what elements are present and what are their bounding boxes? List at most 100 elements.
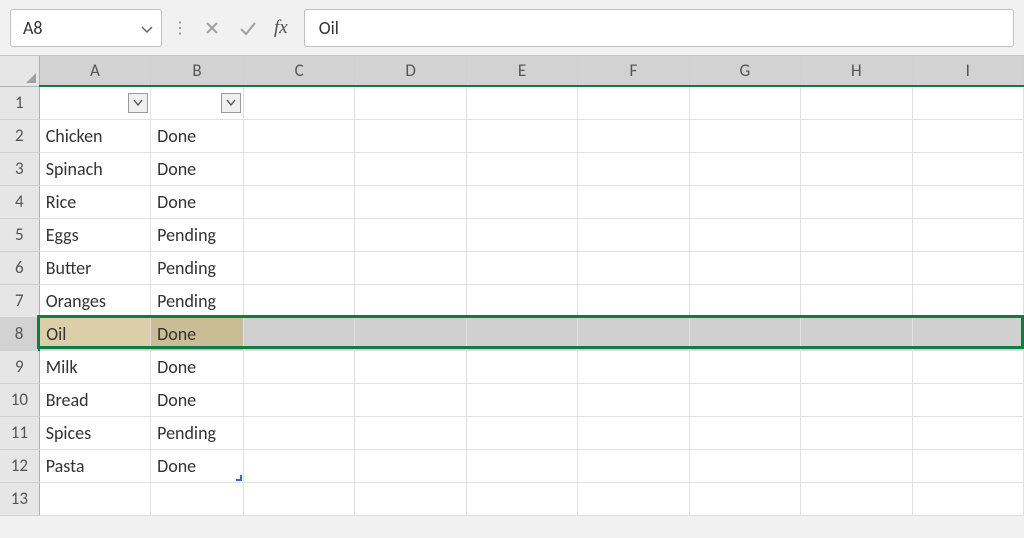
- cell-C3[interactable]: [243, 152, 354, 185]
- cell-I6[interactable]: [912, 251, 1024, 284]
- cell-G13[interactable]: [689, 482, 800, 515]
- filter-button-status[interactable]: [221, 93, 241, 113]
- cell-F9[interactable]: [578, 350, 689, 383]
- cell-D4[interactable]: [355, 185, 466, 218]
- cell-B10[interactable]: Done: [151, 383, 244, 416]
- row-header-13[interactable]: 13: [0, 482, 39, 515]
- cell-F4[interactable]: [578, 185, 689, 218]
- cell-D1[interactable]: [355, 86, 466, 119]
- cell-C9[interactable]: [243, 350, 354, 383]
- cell-I13[interactable]: [912, 482, 1024, 515]
- cell-E6[interactable]: [466, 251, 577, 284]
- cell-I12[interactable]: [912, 449, 1024, 482]
- filter-button-item[interactable]: [128, 93, 148, 113]
- cell-D13[interactable]: [355, 482, 466, 515]
- cell-E8[interactable]: [466, 317, 577, 350]
- cell-F2[interactable]: [578, 119, 689, 152]
- cell-G5[interactable]: [689, 218, 800, 251]
- cell-H4[interactable]: [801, 185, 912, 218]
- row-header-8[interactable]: 8: [0, 317, 39, 350]
- cell-I4[interactable]: [912, 185, 1024, 218]
- cell-D9[interactable]: [355, 350, 466, 383]
- cell-A5[interactable]: Eggs: [39, 218, 150, 251]
- cell-A11[interactable]: Spices: [39, 416, 150, 449]
- cell-I2[interactable]: [912, 119, 1024, 152]
- cell-D8[interactable]: [355, 317, 466, 350]
- cell-G3[interactable]: [689, 152, 800, 185]
- cell-E10[interactable]: [466, 383, 577, 416]
- cell-I10[interactable]: [912, 383, 1024, 416]
- cell-D2[interactable]: [355, 119, 466, 152]
- cell-E9[interactable]: [466, 350, 577, 383]
- cell-F13[interactable]: [578, 482, 689, 515]
- cell-G7[interactable]: [689, 284, 800, 317]
- cell-A3[interactable]: Spinach: [39, 152, 150, 185]
- cell-H12[interactable]: [801, 449, 912, 482]
- row-header-1[interactable]: 1: [0, 86, 39, 119]
- cell-A2[interactable]: Chicken: [39, 119, 150, 152]
- cell-I11[interactable]: [912, 416, 1024, 449]
- cell-G1[interactable]: [689, 86, 800, 119]
- cell-H5[interactable]: [801, 218, 912, 251]
- cell-G4[interactable]: [689, 185, 800, 218]
- cell-E4[interactable]: [466, 185, 577, 218]
- cell-F7[interactable]: [578, 284, 689, 317]
- cell-B13[interactable]: [151, 482, 244, 515]
- cell-A12[interactable]: Pasta: [39, 449, 150, 482]
- row-header-3[interactable]: 3: [0, 152, 39, 185]
- cell-H6[interactable]: [801, 251, 912, 284]
- cell-H1[interactable]: [801, 86, 912, 119]
- formula-input[interactable]: Oil: [304, 9, 1014, 47]
- column-header-C[interactable]: C: [243, 56, 354, 86]
- cell-I3[interactable]: [912, 152, 1024, 185]
- cell-E1[interactable]: [466, 86, 577, 119]
- fx-icon[interactable]: fx: [270, 17, 296, 39]
- row-header-5[interactable]: 5: [0, 218, 39, 251]
- cell-H8[interactable]: [801, 317, 912, 350]
- cell-G2[interactable]: [689, 119, 800, 152]
- cell-H13[interactable]: [801, 482, 912, 515]
- row-header-6[interactable]: 6: [0, 251, 39, 284]
- cell-D11[interactable]: [355, 416, 466, 449]
- cell-A6[interactable]: Butter: [39, 251, 150, 284]
- cell-G12[interactable]: [689, 449, 800, 482]
- column-header-A[interactable]: A: [39, 56, 150, 86]
- cell-G9[interactable]: [689, 350, 800, 383]
- cell-E5[interactable]: [466, 218, 577, 251]
- cell-A8[interactable]: Oil: [39, 317, 150, 350]
- cell-F3[interactable]: [578, 152, 689, 185]
- cell-G10[interactable]: [689, 383, 800, 416]
- cell-F11[interactable]: [578, 416, 689, 449]
- row-header-2[interactable]: 2: [0, 119, 39, 152]
- cell-E11[interactable]: [466, 416, 577, 449]
- select-all-corner[interactable]: [0, 56, 39, 86]
- cell-D6[interactable]: [355, 251, 466, 284]
- cell-D3[interactable]: [355, 152, 466, 185]
- cell-F5[interactable]: [578, 218, 689, 251]
- cell-B5[interactable]: Pending: [151, 218, 244, 251]
- table-corner-marker[interactable]: [236, 475, 242, 481]
- formula-bar-handle-icon[interactable]: ⋮: [170, 18, 190, 38]
- cell-E13[interactable]: [466, 482, 577, 515]
- cell-F10[interactable]: [578, 383, 689, 416]
- cell-D5[interactable]: [355, 218, 466, 251]
- cell-C7[interactable]: [243, 284, 354, 317]
- cell-G11[interactable]: [689, 416, 800, 449]
- cell-H3[interactable]: [801, 152, 912, 185]
- cell-F8[interactable]: [578, 317, 689, 350]
- cell-A1[interactable]: Item: [39, 86, 150, 119]
- cell-F12[interactable]: [578, 449, 689, 482]
- cell-B2[interactable]: Done: [151, 119, 244, 152]
- cell-H11[interactable]: [801, 416, 912, 449]
- cell-B12[interactable]: Done: [151, 449, 244, 482]
- cell-A9[interactable]: Milk: [39, 350, 150, 383]
- cell-H10[interactable]: [801, 383, 912, 416]
- cell-I5[interactable]: [912, 218, 1024, 251]
- cell-H7[interactable]: [801, 284, 912, 317]
- cell-E2[interactable]: [466, 119, 577, 152]
- column-header-H[interactable]: H: [801, 56, 912, 86]
- cell-B6[interactable]: Pending: [151, 251, 244, 284]
- cell-G6[interactable]: [689, 251, 800, 284]
- cell-G8[interactable]: [689, 317, 800, 350]
- cell-A13[interactable]: [39, 482, 150, 515]
